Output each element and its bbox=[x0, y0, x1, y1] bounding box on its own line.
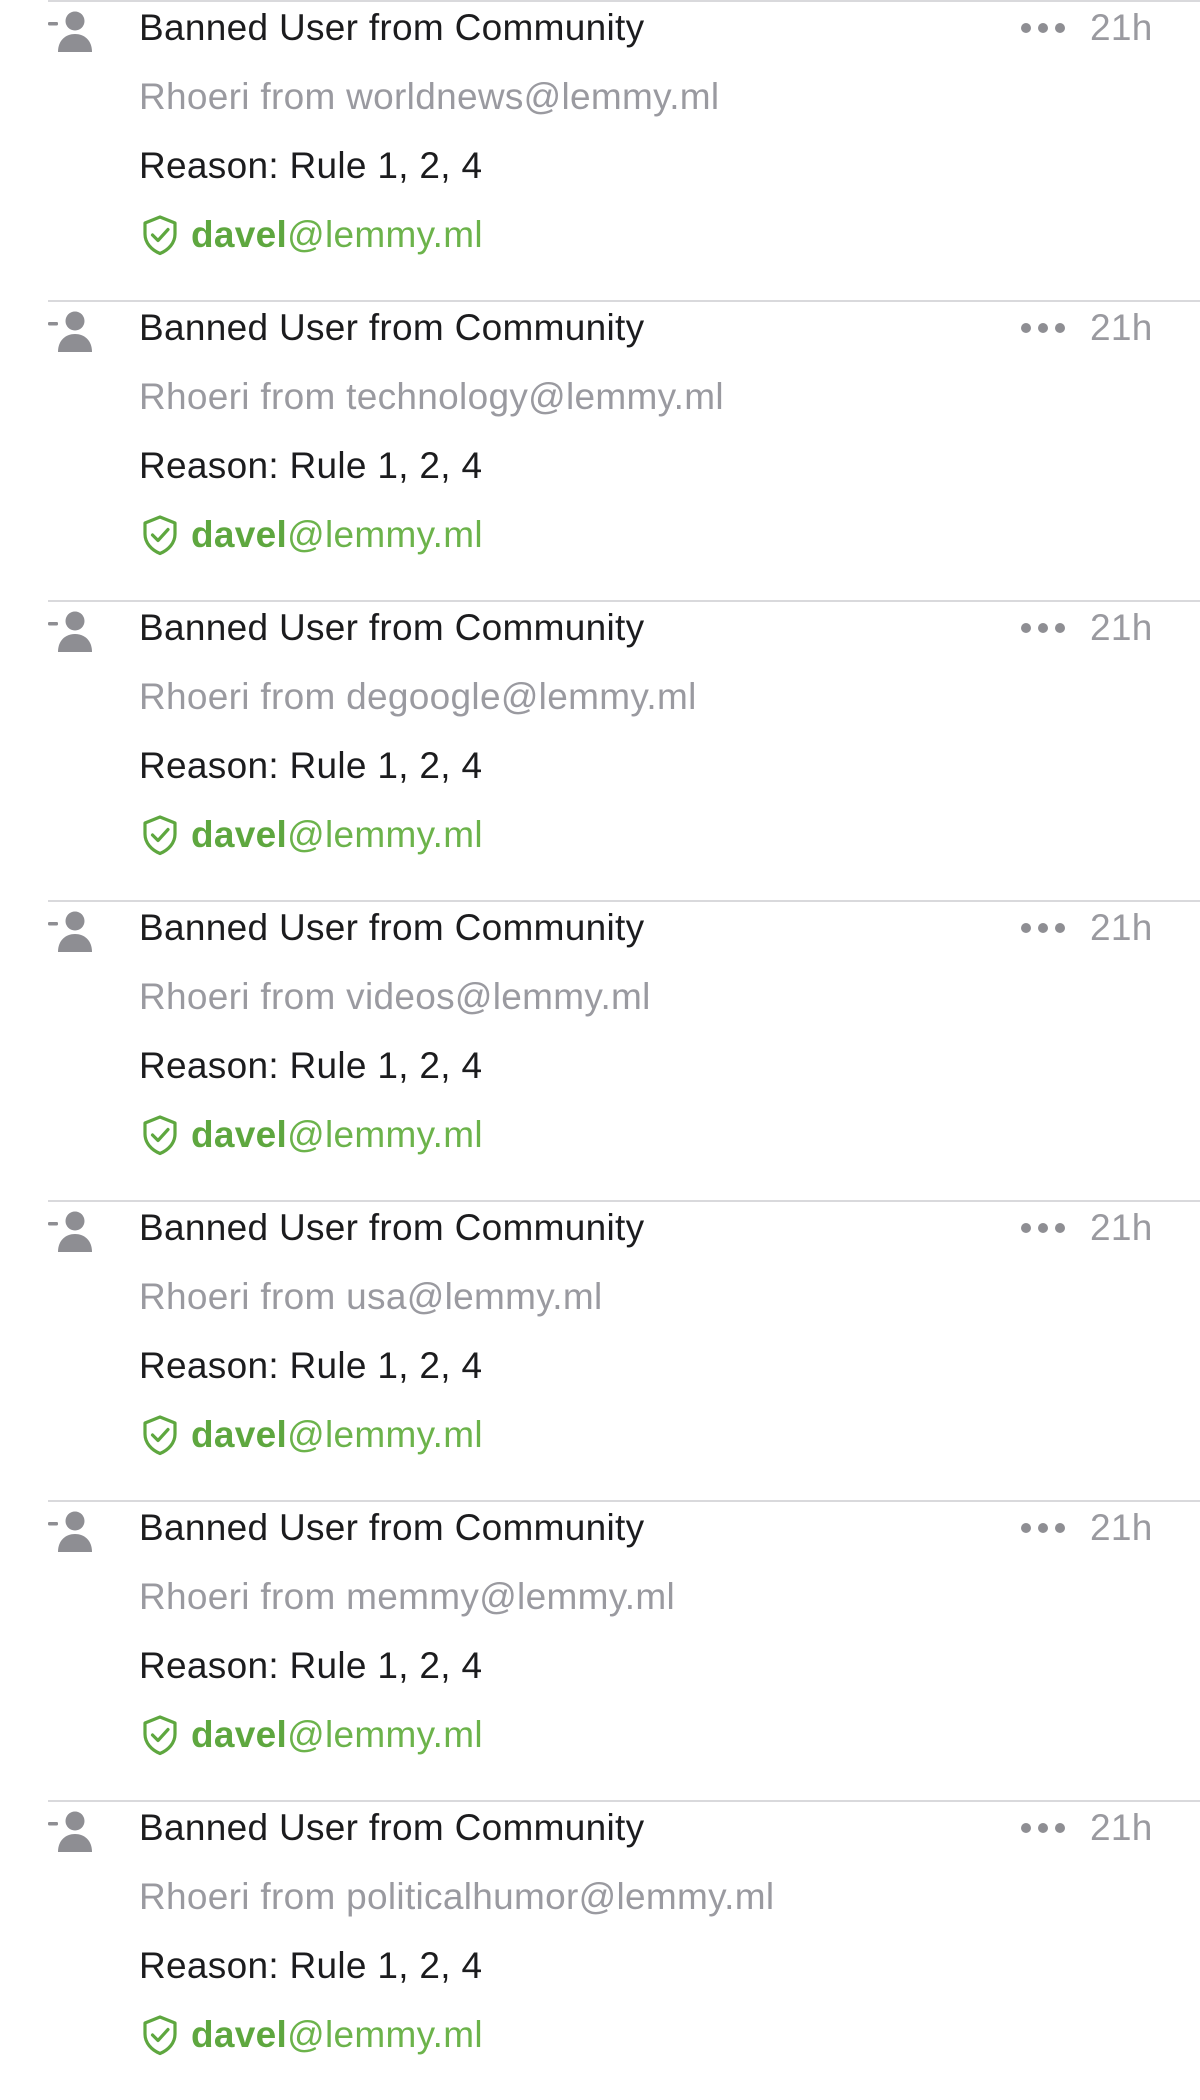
moderator-name: davel bbox=[191, 1714, 288, 1755]
more-options-button[interactable] bbox=[1018, 8, 1068, 48]
entry-reason: Reason: Rule 1, 2, 4 bbox=[139, 1645, 483, 1686]
entry-title: Banned User from Community bbox=[139, 1207, 645, 1248]
entry-title: Banned User from Community bbox=[139, 907, 645, 948]
shield-check-icon bbox=[143, 815, 177, 856]
moderator-name: davel bbox=[191, 2014, 288, 2055]
more-options-button[interactable] bbox=[1018, 1508, 1068, 1548]
modlog-entry[interactable]: Banned User from Community Rhoeri from u… bbox=[0, 1200, 1200, 1500]
moderator-link[interactable]: davel @lemmy.ml bbox=[139, 211, 483, 259]
entry-time: 21h bbox=[1090, 1807, 1153, 1848]
moderator-name: davel bbox=[191, 514, 288, 555]
moderator-domain: @lemmy.ml bbox=[287, 514, 483, 555]
moderator-name: davel bbox=[191, 214, 288, 255]
row-divider bbox=[48, 1500, 1200, 1502]
shield-check-icon bbox=[143, 215, 177, 256]
shield-check-icon bbox=[143, 2015, 177, 2056]
ellipsis-icon bbox=[1021, 623, 1065, 633]
entry-time: 21h bbox=[1090, 907, 1153, 948]
moderator-name: davel bbox=[191, 1114, 288, 1155]
entry-target: Rhoeri from technology@lemmy.ml bbox=[139, 376, 724, 417]
moderator-link[interactable]: davel @lemmy.ml bbox=[139, 811, 483, 859]
person-remove-icon bbox=[47, 1210, 97, 1254]
shield-check-icon bbox=[143, 1115, 177, 1156]
row-divider bbox=[48, 1800, 1200, 1802]
entry-target: Rhoeri from memmy@lemmy.ml bbox=[139, 1576, 675, 1617]
entry-target: Rhoeri from politicalhumor@lemmy.ml bbox=[139, 1876, 775, 1917]
entry-reason: Reason: Rule 1, 2, 4 bbox=[139, 145, 483, 186]
entry-title: Banned User from Community bbox=[139, 1807, 645, 1848]
entry-time: 21h bbox=[1090, 1207, 1153, 1248]
shield-check-icon bbox=[143, 1415, 177, 1456]
moderator-name: davel bbox=[191, 814, 288, 855]
moderator-domain: @lemmy.ml bbox=[287, 1714, 483, 1755]
modlog-entry[interactable]: Banned User from Community Rhoeri from v… bbox=[0, 900, 1200, 1200]
moderator-link[interactable]: davel @lemmy.ml bbox=[139, 1411, 483, 1459]
more-options-button[interactable] bbox=[1018, 308, 1068, 348]
more-options-button[interactable] bbox=[1018, 908, 1068, 948]
entry-reason: Reason: Rule 1, 2, 4 bbox=[139, 1045, 483, 1086]
moderator-link[interactable]: davel @lemmy.ml bbox=[139, 1111, 483, 1159]
ellipsis-icon bbox=[1021, 23, 1065, 33]
entry-title: Banned User from Community bbox=[139, 607, 645, 648]
entry-time: 21h bbox=[1090, 7, 1153, 48]
entry-title: Banned User from Community bbox=[139, 307, 645, 348]
entry-title: Banned User from Community bbox=[139, 7, 645, 48]
modlog-entry[interactable]: Banned User from Community Rhoeri from t… bbox=[0, 300, 1200, 600]
entry-reason: Reason: Rule 1, 2, 4 bbox=[139, 745, 483, 786]
entry-target: Rhoeri from videos@lemmy.ml bbox=[139, 976, 651, 1017]
moderator-domain: @lemmy.ml bbox=[287, 1114, 483, 1155]
modlog-entry[interactable]: Banned User from Community Rhoeri from p… bbox=[0, 1800, 1200, 2100]
shield-check-icon bbox=[143, 515, 177, 556]
entry-time: 21h bbox=[1090, 307, 1153, 348]
person-remove-icon bbox=[47, 1810, 97, 1854]
shield-check-icon bbox=[143, 1715, 177, 1756]
ellipsis-icon bbox=[1021, 1523, 1065, 1533]
moderator-domain: @lemmy.ml bbox=[287, 1414, 483, 1455]
row-divider bbox=[48, 1200, 1200, 1202]
ellipsis-icon bbox=[1021, 323, 1065, 333]
entry-reason: Reason: Rule 1, 2, 4 bbox=[139, 1345, 483, 1386]
entry-reason: Reason: Rule 1, 2, 4 bbox=[139, 1945, 483, 1986]
row-divider bbox=[48, 0, 1200, 2]
modlog-entry[interactable]: Banned User from Community Rhoeri from d… bbox=[0, 600, 1200, 900]
moderator-name: davel bbox=[191, 1414, 288, 1455]
entry-target: Rhoeri from degoogle@lemmy.ml bbox=[139, 676, 697, 717]
modlog-entry[interactable]: Banned User from Community Rhoeri from w… bbox=[0, 0, 1200, 300]
ellipsis-icon bbox=[1021, 1823, 1065, 1833]
row-divider bbox=[48, 300, 1200, 302]
moderator-link[interactable]: davel @lemmy.ml bbox=[139, 1711, 483, 1759]
person-remove-icon bbox=[47, 1510, 97, 1554]
ellipsis-icon bbox=[1021, 1223, 1065, 1233]
person-remove-icon bbox=[47, 610, 97, 654]
ellipsis-icon bbox=[1021, 923, 1065, 933]
more-options-button[interactable] bbox=[1018, 1808, 1068, 1848]
entry-title: Banned User from Community bbox=[139, 1507, 645, 1548]
moderator-domain: @lemmy.ml bbox=[287, 214, 483, 255]
entry-target: Rhoeri from worldnews@lemmy.ml bbox=[139, 76, 720, 117]
row-divider bbox=[48, 900, 1200, 902]
modlog-entry[interactable]: Banned User from Community Rhoeri from m… bbox=[0, 1500, 1200, 1800]
person-remove-icon bbox=[47, 910, 97, 954]
row-divider bbox=[48, 600, 1200, 602]
person-remove-icon bbox=[47, 10, 97, 54]
more-options-button[interactable] bbox=[1018, 608, 1068, 648]
entry-time: 21h bbox=[1090, 1507, 1153, 1548]
moderator-link[interactable]: davel @lemmy.ml bbox=[139, 2011, 483, 2059]
entry-reason: Reason: Rule 1, 2, 4 bbox=[139, 445, 483, 486]
moderator-domain: @lemmy.ml bbox=[287, 814, 483, 855]
more-options-button[interactable] bbox=[1018, 1208, 1068, 1248]
entry-time: 21h bbox=[1090, 607, 1153, 648]
entry-target: Rhoeri from usa@lemmy.ml bbox=[139, 1276, 603, 1317]
moderator-domain: @lemmy.ml bbox=[287, 2014, 483, 2055]
person-remove-icon bbox=[47, 310, 97, 354]
moderator-link[interactable]: davel @lemmy.ml bbox=[139, 511, 483, 559]
